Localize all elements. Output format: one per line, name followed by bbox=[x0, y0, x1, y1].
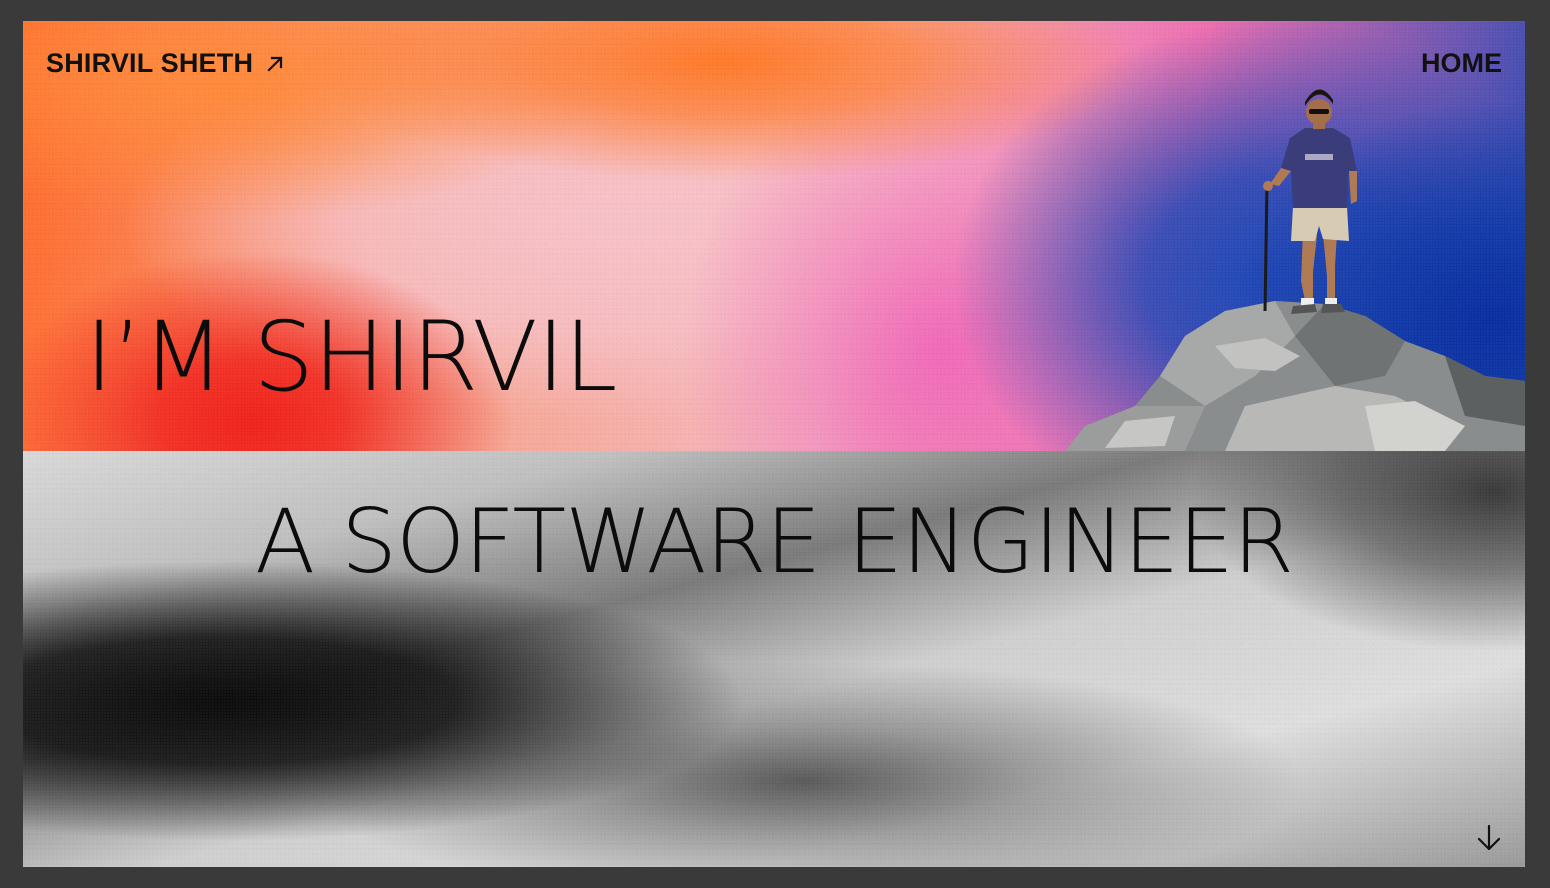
arrow-up-right-icon bbox=[267, 55, 283, 72]
brand-name: SHIRVIL SHETH bbox=[46, 48, 254, 78]
hero-photo bbox=[1065, 89, 1525, 451]
hero-bottom-panel: A SOFTWARE ENGINEER bbox=[23, 451, 1525, 867]
brand-link[interactable]: SHIRVIL SHETH bbox=[46, 48, 285, 79]
arrow-down-icon[interactable] bbox=[1475, 823, 1503, 853]
page-frame: SHIRVIL SHETH HOME I’M SHIRVIL A SOFTWAR… bbox=[23, 21, 1525, 867]
nav-home-link[interactable]: HOME bbox=[1421, 48, 1502, 79]
hero-headline-name: I’M SHIRVIL bbox=[85, 301, 618, 413]
hero-headline-role: A SOFTWARE ENGINEER bbox=[255, 490, 1294, 593]
hero-top-panel: SHIRVIL SHETH HOME I’M SHIRVIL bbox=[23, 21, 1525, 451]
